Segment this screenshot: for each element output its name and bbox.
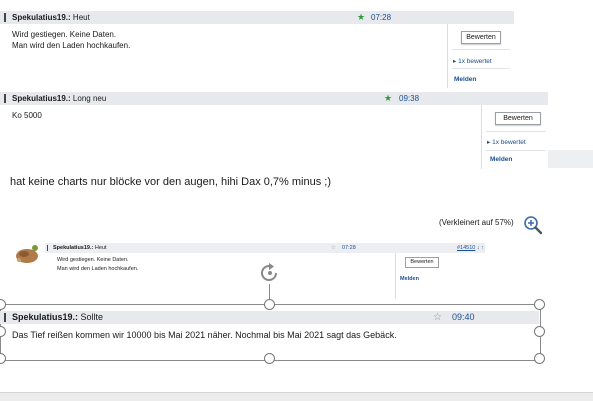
post-author[interactable]: Spekulatius19.: Long neu (12, 92, 106, 105)
rated-count[interactable]: ▸ 1x bewertet (453, 57, 492, 65)
post-time: 07:28 (371, 13, 392, 22)
post-sidebar: Bewerten ▸ 1x bewertet Melden (447, 24, 514, 88)
post-marker (4, 313, 6, 322)
post-sidebar: Bewerten ▸ 1x bewertet Melden (481, 105, 549, 169)
post-body: Wird gestiegen. Keine Daten. Man wird de… (12, 29, 130, 51)
post-line: Wird gestiegen. Keine Daten. (12, 30, 117, 39)
embedded-body: Wird gestiegen. Keine Daten. Man wird de… (57, 256, 138, 274)
divider (486, 131, 546, 132)
post-body: Das Tief reißen kommen wir 10000 bis Mai… (12, 330, 397, 340)
post-author: Spekulatius19.: Heut (53, 245, 107, 251)
divider (452, 49, 510, 50)
post-author[interactable]: Spekulatius19.: Sollte (12, 311, 103, 324)
star-outline-icon[interactable]: ☆ (433, 311, 442, 324)
post-line: Wird gestiegen. Keine Daten. (57, 257, 129, 263)
report-link[interactable]: Melden (490, 156, 512, 163)
star-icon: ★ (357, 12, 366, 22)
post-sidebar: Bewerten Melden (395, 253, 486, 299)
comment-text: hat keine charts nur blöcke vor den auge… (10, 176, 332, 188)
post-author[interactable]: Spekulatius19.: Heut (12, 11, 90, 24)
rate-button[interactable]: Bewerten (495, 112, 541, 125)
post-body: Ko 5000 (12, 111, 42, 120)
resize-handle-top[interactable] (264, 299, 275, 310)
embedded-screenshot[interactable]: Spekulatius19.: Heut ☆ 07:28 #14510 ↓ ↑ … (12, 240, 487, 302)
zoom-note: (Verkleinert auf 57%) (439, 218, 514, 227)
star-icon: ☆ (331, 245, 336, 251)
post-marker (4, 13, 6, 22)
post-time: 09:38 (399, 94, 420, 103)
post-subject: Long neu (72, 94, 107, 103)
post-marker (4, 94, 6, 103)
divider (486, 150, 546, 151)
post-subject: Heut (72, 13, 90, 22)
post-line: Man wird den Laden hochkaufen. (12, 41, 131, 50)
rate-button: Bewerten (405, 257, 439, 268)
avatar (13, 243, 41, 265)
post-time: 07:28 (342, 245, 356, 251)
rate-button[interactable]: Bewerten (461, 31, 501, 44)
resize-handle-bottom[interactable] (264, 353, 275, 364)
post-line: Man wird den Laden hochkaufen. (57, 266, 139, 272)
divider (452, 68, 510, 69)
post-subject: Sollte (80, 312, 104, 322)
post-subject: Heut (94, 245, 107, 251)
rotate-icon[interactable] (258, 261, 282, 285)
resize-handle-top-right[interactable] (534, 299, 545, 310)
post3-header: Spekulatius19.: Sollte ☆ 09:40 (0, 311, 539, 324)
star-icon: ★ (384, 93, 393, 103)
resize-handle-bottom-right[interactable] (534, 353, 545, 364)
post-header: Spekulatius19.: Heut ★ 07:28 (0, 11, 514, 24)
post-id: #14510 ↓ ↑ (457, 245, 484, 251)
post-header: Spekulatius19.: Long neu ★ 09:38 (0, 92, 548, 105)
zoom-in-icon[interactable] (523, 215, 543, 235)
rated-count[interactable]: ▸ 1x bewertet (487, 138, 526, 146)
resize-handle-right[interactable] (534, 326, 545, 337)
resize-handle-bottom-left[interactable] (0, 353, 6, 364)
post-marker (47, 245, 48, 251)
side-strip (548, 150, 593, 168)
post-time: 09:40 (452, 312, 475, 322)
report-link[interactable]: Melden (454, 76, 476, 83)
report-link: Melden (400, 276, 419, 282)
embedded-header: Spekulatius19.: Heut ☆ 07:28 #14510 ↓ ↑ (45, 243, 485, 253)
